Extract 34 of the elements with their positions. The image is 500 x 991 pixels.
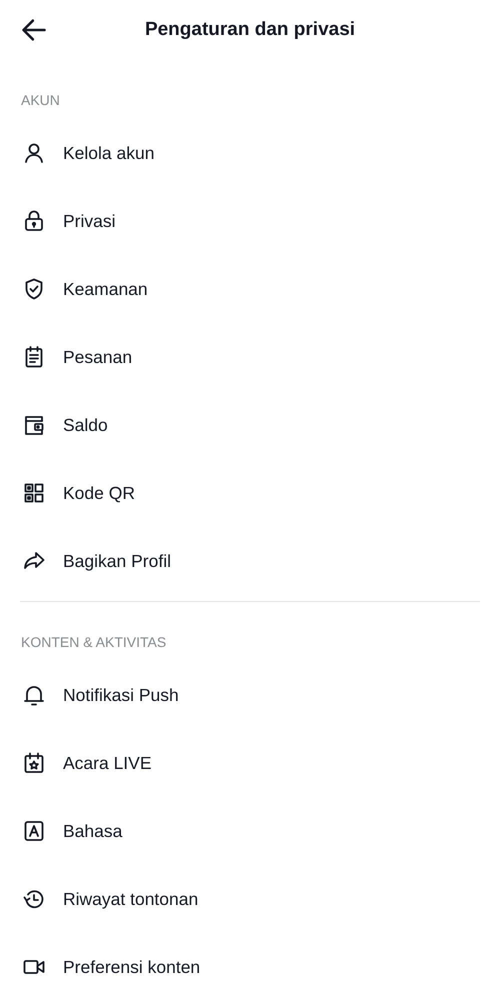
calendar-star-icon	[22, 751, 46, 775]
bell-icon	[22, 683, 46, 707]
settings-item[interactable]: Keamanan	[0, 255, 500, 323]
lock-icon	[22, 209, 46, 233]
page-title: Pengaturan dan privasi	[144, 19, 356, 41]
item-label: Riwayat tontonan	[63, 888, 198, 910]
item-label: Kelola akun	[63, 142, 154, 164]
section-heading: KONTEN & AKTIVITAS	[20, 633, 168, 652]
settings-item[interactable]: Preferensi konten	[0, 933, 500, 991]
settings-item[interactable]: Bahasa	[0, 797, 500, 865]
qr-code-icon	[22, 481, 46, 505]
settings-item[interactable]: Riwayat tontonan	[0, 865, 500, 933]
language-icon	[22, 819, 46, 843]
item-label: Bagikan Profil	[63, 550, 171, 572]
item-label: Pesanan	[63, 346, 132, 368]
item-label: Kode QR	[63, 482, 135, 504]
settings-item[interactable]: Notifikasi Push	[0, 661, 500, 729]
settings-item[interactable]: Acara LIVE	[0, 729, 500, 797]
section-heading: AKUN	[20, 91, 61, 110]
item-label: Notifikasi Push	[63, 684, 179, 706]
settings-item[interactable]: Saldo	[0, 391, 500, 459]
settings-item[interactable]: Kode QR	[0, 459, 500, 527]
item-label: Saldo	[63, 414, 108, 436]
settings-item[interactable]: Bagikan Profil	[0, 527, 500, 595]
item-label: Privasi	[63, 210, 116, 232]
person-icon	[22, 141, 46, 165]
item-label: Acara LIVE	[63, 752, 152, 774]
item-label: Bahasa	[63, 820, 122, 842]
settings-item[interactable]: Pesanan	[0, 323, 500, 391]
settings-item[interactable]: Privasi	[0, 187, 500, 255]
wallet-icon	[22, 413, 46, 437]
item-label: Keamanan	[63, 278, 148, 300]
settings-item[interactable]: Kelola akun	[0, 119, 500, 187]
item-label: Preferensi konten	[63, 956, 200, 978]
